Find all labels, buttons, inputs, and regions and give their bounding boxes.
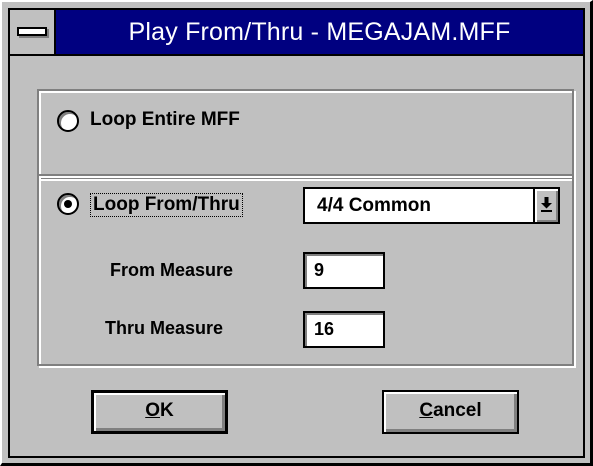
play-from-thru-dialog: Play From/Thru - MEGAJAM.MFF Loop Entire…	[0, 0, 593, 466]
loop-from-thru-label[interactable]: Loop From/Thru	[90, 193, 243, 217]
radio-selected-dot	[64, 200, 72, 208]
system-menu-button[interactable]	[10, 10, 56, 54]
ok-mnemonic: O	[145, 400, 161, 421]
from-measure-input[interactable]: 9	[303, 252, 385, 289]
cancel-button[interactable]: Cancel	[382, 390, 519, 434]
cancel-mnemonic: C	[419, 400, 434, 421]
loop-entire-label[interactable]: Loop Entire MFF	[90, 109, 240, 131]
dropdown-button[interactable]	[533, 189, 558, 222]
dropdown-arrow-icon	[541, 197, 552, 212]
loop-from-thru-radio[interactable]	[57, 193, 79, 215]
title-bar[interactable]: Play From/Thru - MEGAJAM.MFF	[10, 10, 583, 56]
cancel-label-rest: ancel	[433, 400, 482, 421]
from-measure-label: From Measure	[110, 260, 234, 280]
thru-measure-value: 16	[314, 319, 335, 339]
dialog-title: Play From/Thru - MEGAJAM.MFF	[128, 18, 511, 46]
thru-measure-input[interactable]: 16	[303, 311, 385, 348]
thru-measure-label: Thru Measure	[105, 318, 224, 338]
loop-entire-radio[interactable]	[57, 110, 79, 132]
time-signature-dropdown[interactable]: 4/4 Common	[303, 187, 560, 224]
time-signature-value: 4/4 Common	[317, 195, 432, 216]
loop-entire-group	[37, 89, 574, 179]
ok-label-rest: K	[160, 400, 174, 421]
ok-button[interactable]: OK	[91, 390, 228, 434]
from-measure-value: 9	[314, 260, 325, 280]
system-menu-icon	[17, 27, 47, 36]
